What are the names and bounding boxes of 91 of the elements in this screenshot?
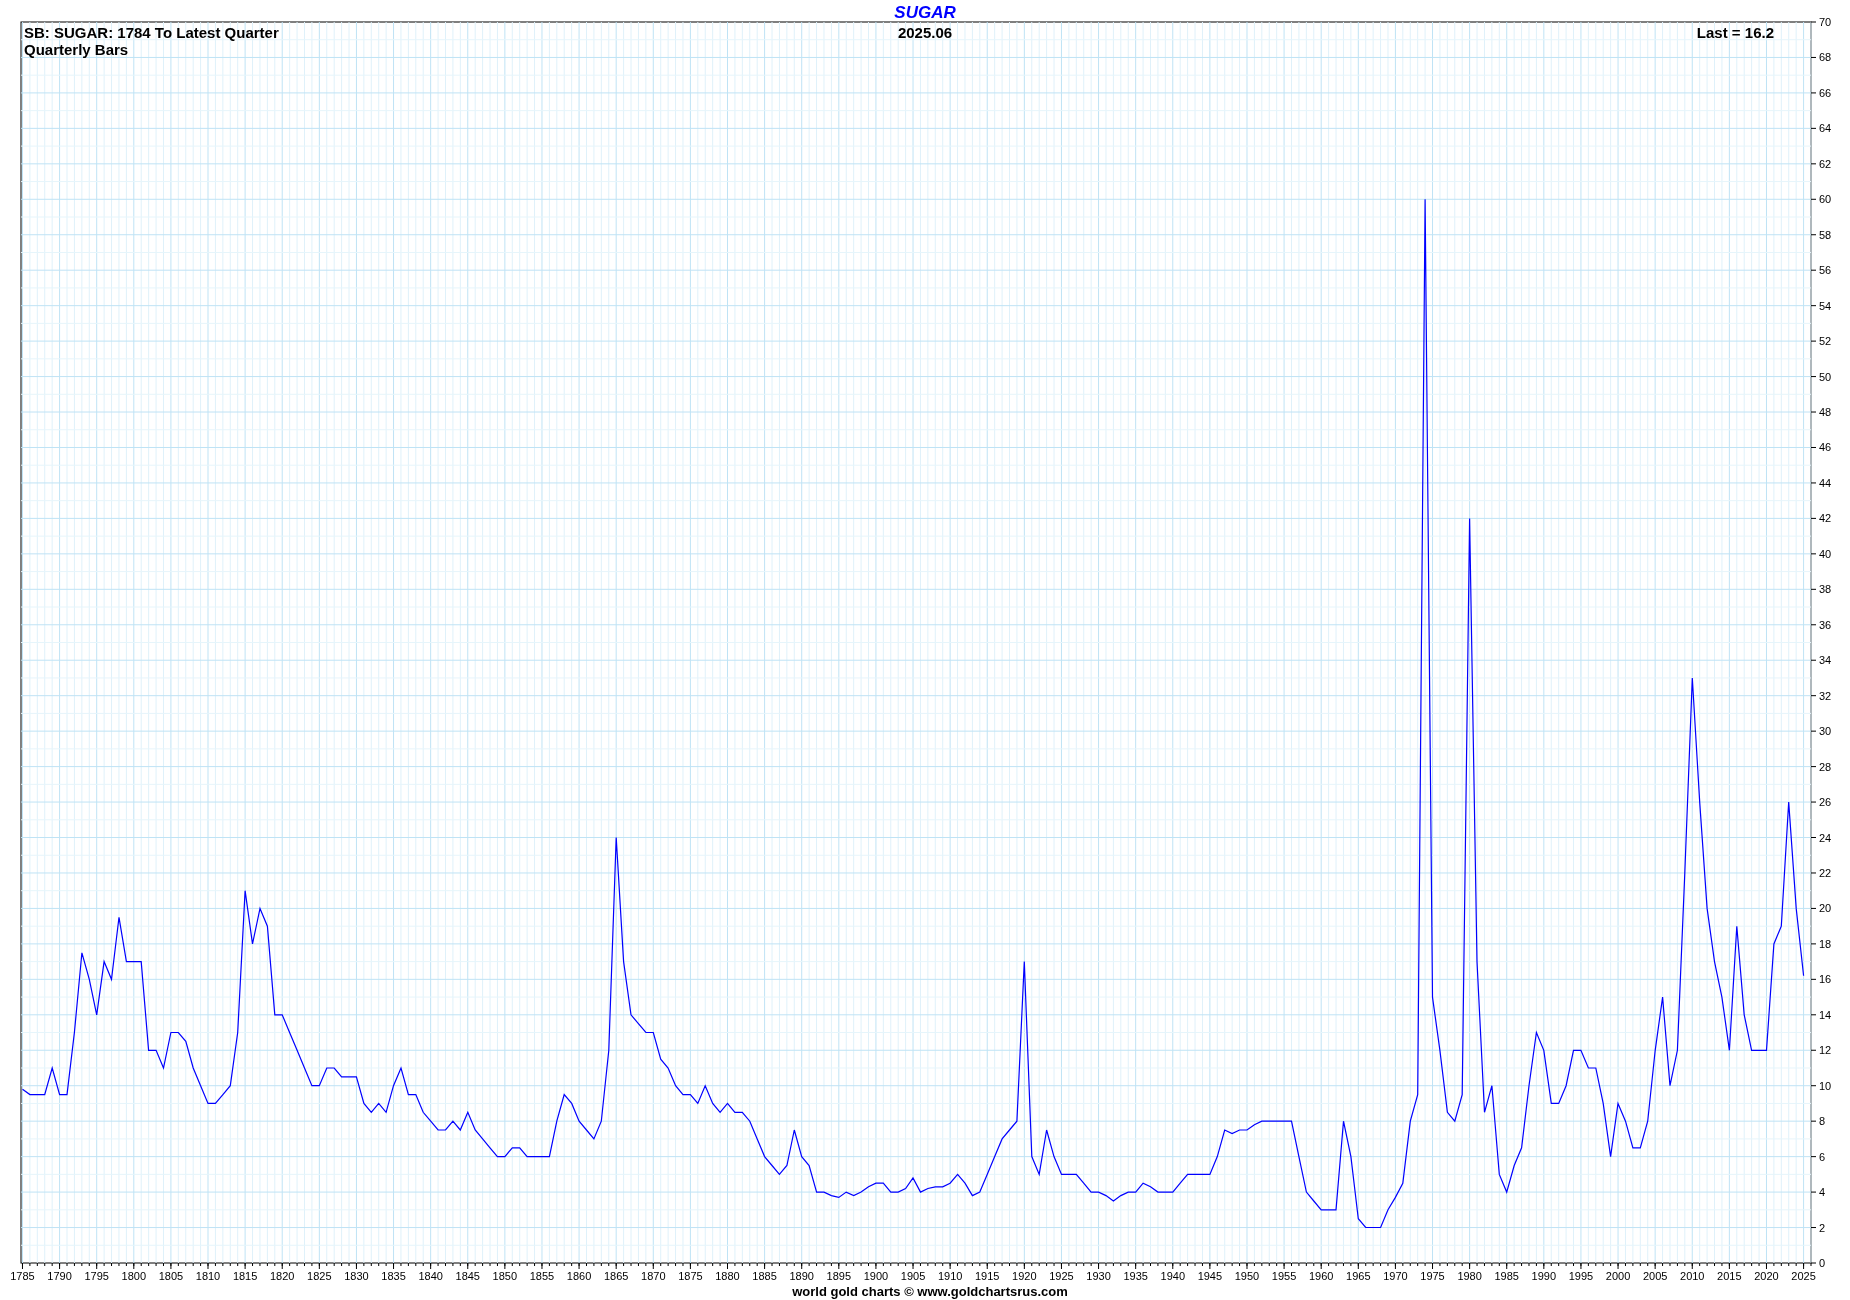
x-tick-label: 1990 bbox=[1531, 1270, 1557, 1282]
x-tick-label: 1870 bbox=[641, 1270, 666, 1282]
x-tick-label: 1835 bbox=[381, 1270, 406, 1282]
y-tick-label: 28 bbox=[1819, 760, 1832, 773]
x-tick-label: 1875 bbox=[678, 1270, 703, 1282]
x-tick-label: 1900 bbox=[863, 1270, 889, 1282]
y-tick-label: 18 bbox=[1819, 937, 1832, 950]
y-tick-label: 26 bbox=[1819, 796, 1832, 809]
x-tick-label: 1935 bbox=[1123, 1270, 1148, 1282]
x-tick-label: 1965 bbox=[1346, 1270, 1371, 1282]
x-tick-label: 1905 bbox=[900, 1270, 926, 1282]
x-tick-label: 1955 bbox=[1271, 1270, 1297, 1282]
y-tick-label: 64 bbox=[1819, 122, 1832, 135]
y-tick-label: 40 bbox=[1819, 547, 1832, 560]
y-tick-label: 34 bbox=[1819, 654, 1832, 667]
x-tick-label: 2005 bbox=[1642, 1270, 1668, 1282]
x-tick-label: 2020 bbox=[1754, 1270, 1779, 1282]
y-tick-label: 52 bbox=[1819, 335, 1832, 348]
x-tick-label: 1860 bbox=[566, 1270, 592, 1282]
x-tick-label: 1840 bbox=[418, 1270, 443, 1282]
y-tick-label: 58 bbox=[1819, 228, 1832, 241]
y-tick-label: 14 bbox=[1819, 1008, 1832, 1021]
y-tick-label: 66 bbox=[1819, 86, 1832, 99]
y-tick-label: 12 bbox=[1819, 1044, 1832, 1057]
y-tick-label: 54 bbox=[1819, 299, 1832, 312]
y-tick-label: 16 bbox=[1819, 973, 1832, 986]
x-tick-label: 1930 bbox=[1086, 1270, 1111, 1282]
x-tick-label: 1805 bbox=[158, 1270, 184, 1282]
y-tick-label: 8 bbox=[1819, 1115, 1826, 1128]
x-tick-label: 1995 bbox=[1568, 1270, 1594, 1282]
y-tick-label: 32 bbox=[1819, 689, 1832, 702]
chart-subtitle: SB: SUGAR: 1784 To Latest Quarter bbox=[24, 24, 279, 41]
y-tick-label: 42 bbox=[1819, 512, 1832, 525]
x-tick-label: 2000 bbox=[1605, 1270, 1631, 1282]
x-tick-label: 1820 bbox=[270, 1270, 295, 1282]
y-tick-label: 60 bbox=[1819, 193, 1832, 206]
y-tick-label: 56 bbox=[1819, 264, 1832, 277]
y-tick-label: 0 bbox=[1819, 1257, 1826, 1269]
x-tick-label: 1970 bbox=[1383, 1270, 1408, 1282]
y-tick-label: 48 bbox=[1819, 406, 1832, 419]
x-tick-label: 1945 bbox=[1197, 1270, 1223, 1282]
x-tick-label: 1950 bbox=[1234, 1270, 1260, 1282]
x-tick-label: 1890 bbox=[789, 1270, 814, 1282]
y-tick-label: 2 bbox=[1819, 1221, 1826, 1234]
x-tick-label: 1785 bbox=[10, 1270, 35, 1282]
x-tick-label: 1815 bbox=[232, 1270, 258, 1282]
x-tick-label: 1910 bbox=[937, 1270, 963, 1282]
footer-credit: world gold charts © www.goldchartsrus.com bbox=[792, 1284, 1068, 1299]
y-tick-label: 30 bbox=[1819, 725, 1832, 738]
x-tick-label: 1980 bbox=[1457, 1270, 1482, 1282]
x-tick-label: 1895 bbox=[826, 1270, 852, 1282]
x-tick-label: 1825 bbox=[307, 1270, 332, 1282]
y-tick-label: 24 bbox=[1819, 831, 1832, 844]
date-label: 2025.06 bbox=[897, 24, 953, 41]
x-tick-label: 1985 bbox=[1494, 1270, 1519, 1282]
x-tick-label: 1810 bbox=[195, 1270, 221, 1282]
x-tick-label: 1790 bbox=[47, 1270, 72, 1282]
y-tick-label: 62 bbox=[1819, 157, 1832, 170]
y-tick-label: 70 bbox=[1819, 16, 1832, 28]
x-tick-label: 1880 bbox=[715, 1270, 740, 1282]
x-tick-label: 1845 bbox=[455, 1270, 480, 1282]
y-tick-label: 22 bbox=[1819, 866, 1832, 879]
y-tick-label: 68 bbox=[1819, 51, 1832, 64]
x-tick-label: 1915 bbox=[975, 1270, 1000, 1282]
x-tick-label: 1940 bbox=[1160, 1270, 1185, 1282]
y-tick-label: 10 bbox=[1819, 1079, 1832, 1092]
y-tick-label: 6 bbox=[1819, 1150, 1826, 1163]
x-tick-label: 1850 bbox=[492, 1270, 518, 1282]
x-tick-label: 2015 bbox=[1717, 1270, 1742, 1282]
x-tick-label: 1975 bbox=[1420, 1270, 1445, 1282]
x-tick-label: 1925 bbox=[1049, 1270, 1074, 1282]
y-tick-label: 4 bbox=[1819, 1186, 1826, 1199]
x-tick-label: 1800 bbox=[121, 1270, 147, 1282]
y-tick-label: 38 bbox=[1819, 583, 1832, 596]
x-tick-label: 1830 bbox=[344, 1270, 369, 1282]
y-tick-label: 44 bbox=[1819, 476, 1832, 489]
y-tick-label: 46 bbox=[1819, 441, 1832, 454]
last-value-label: Last = 16.2 bbox=[1696, 24, 1774, 41]
y-tick-label: 20 bbox=[1819, 902, 1832, 915]
x-tick-label: 1885 bbox=[752, 1270, 777, 1282]
x-tick-label: 1920 bbox=[1012, 1270, 1037, 1282]
x-tick-label: 1855 bbox=[529, 1270, 555, 1282]
chart-title: SUGAR bbox=[894, 3, 956, 22]
y-tick-label: 36 bbox=[1819, 618, 1832, 631]
x-tick-label: 1960 bbox=[1308, 1270, 1334, 1282]
x-tick-label: 2025 bbox=[1791, 1270, 1816, 1282]
bar-type-label: Quarterly Bars bbox=[24, 41, 129, 58]
x-tick-label: 1865 bbox=[603, 1270, 629, 1282]
x-tick-label: 2010 bbox=[1680, 1270, 1705, 1282]
y-tick-label: 50 bbox=[1819, 370, 1832, 383]
x-tick-label: 1795 bbox=[84, 1270, 109, 1282]
